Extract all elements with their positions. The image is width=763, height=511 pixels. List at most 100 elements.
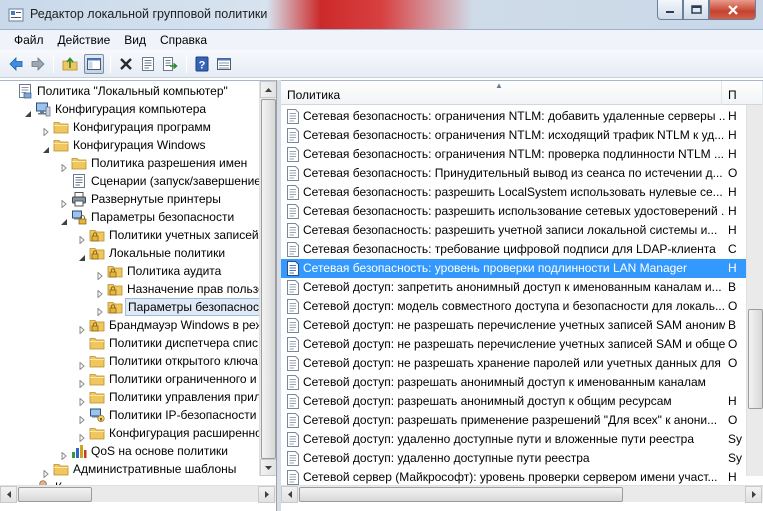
tree-vertical-scrollbar[interactable] — [259, 81, 276, 476]
tree-collapse-arrow-icon[interactable] — [24, 105, 32, 117]
policy-row[interactable]: Сетевой доступ: разрешать применение раз… — [281, 411, 746, 430]
folder-icon — [53, 119, 69, 135]
list-horizontal-scrollbar[interactable] — [281, 485, 763, 503]
policy-row[interactable]: Сетевая безопасность: разрешить учетной … — [281, 221, 746, 240]
maximize-button[interactable] — [683, 0, 709, 20]
tree-item[interactable]: Политики IP-безопасности — [0, 406, 260, 425]
policy-row[interactable]: Сетевой доступ: разрешать анонимный дост… — [281, 373, 746, 392]
help-button[interactable]: ? — [192, 54, 212, 74]
policy-row[interactable]: Сетевой доступ: не разрешать перечислени… — [281, 316, 746, 335]
tree-expand-arrow-icon[interactable] — [78, 375, 86, 389]
policy-setting-icon — [286, 432, 300, 447]
policy-setting-icon — [286, 356, 300, 371]
policy-row[interactable]: Сетевая безопасность: ограничения NTLM: … — [281, 107, 746, 126]
tree-expand-arrow-icon[interactable] — [78, 321, 86, 335]
policy-row[interactable]: Сетевой доступ: разрешать анонимный дост… — [281, 392, 746, 411]
tree-item[interactable]: Назначение прав пользо — [0, 280, 265, 299]
tree-item[interactable]: Административные шаблоны — [0, 460, 260, 479]
tree-item[interactable]: Политики ограниченного и — [0, 370, 260, 389]
tree-expand-arrow-icon[interactable] — [96, 303, 104, 317]
menu-file[interactable]: Файл — [0, 33, 51, 47]
tree-item[interactable]: Политики управления прил — [0, 388, 261, 407]
scroll-thumb[interactable] — [299, 487, 623, 502]
tree-horizontal-scrollbar[interactable] — [0, 485, 276, 503]
tree-item[interactable]: Политики диспетчера спис — [0, 334, 260, 352]
policy-row[interactable]: Сетевой доступ: не разрешать перечислени… — [281, 335, 746, 354]
scroll-thumb[interactable] — [748, 309, 763, 409]
tree-item[interactable]: Политики открытого ключа — [0, 352, 260, 371]
export-list-button[interactable] — [160, 54, 180, 74]
column-header-setting[interactable]: П — [722, 81, 763, 105]
policy-setting-icon — [286, 185, 300, 200]
menu-help[interactable]: Справка — [153, 33, 214, 47]
scroll-down-button[interactable] — [260, 459, 276, 476]
tree-item[interactable]: Политика "Локальный компьютер" — [0, 82, 260, 100]
list-vertical-scrollbar[interactable] — [746, 105, 763, 476]
tree-expand-arrow-icon[interactable] — [60, 195, 68, 209]
close-button[interactable] — [709, 0, 756, 20]
view-button[interactable] — [214, 54, 234, 74]
tree-item[interactable]: Политика разрешения имен — [0, 154, 260, 173]
policy-row[interactable]: Сетевая безопасность: разрешить использо… — [281, 202, 746, 221]
forward-button[interactable] — [28, 54, 48, 74]
menu-view[interactable]: Вид — [117, 33, 153, 47]
tree-item[interactable]: Конфигурация Windows — [0, 136, 260, 154]
tree-expand-arrow-icon[interactable] — [78, 393, 86, 407]
tree-expand-arrow-icon[interactable] — [60, 447, 68, 461]
policy-row[interactable]: Сетевая безопасность: ограничения NTLM: … — [281, 145, 746, 164]
tree-item[interactable]: QoS на основе политики — [0, 442, 260, 461]
tree-expand-arrow-icon[interactable] — [78, 429, 86, 443]
tree-item[interactable]: Локальные политики — [0, 244, 260, 262]
tree-item[interactable]: Конфигурация расширенно — [0, 424, 262, 443]
scripts-icon — [71, 173, 87, 189]
show-hide-console-tree-button[interactable] — [84, 54, 104, 74]
scroll-left-button[interactable] — [281, 486, 298, 503]
scroll-right-button[interactable] — [745, 486, 762, 503]
policy-row[interactable]: Сетевой доступ: не разрешать хранение па… — [281, 354, 746, 373]
tree-expand-arrow-icon[interactable] — [78, 357, 86, 371]
scroll-thumb[interactable] — [261, 99, 276, 459]
policy-row[interactable]: Сетевая безопасность: уровень проверки п… — [281, 259, 746, 278]
policy-row[interactable]: Сетевой доступ: модель совместного досту… — [281, 297, 746, 316]
tree-expand-arrow-icon[interactable] — [78, 231, 86, 245]
policy-row[interactable]: Сетевая безопасность: ограничения NTLM: … — [281, 126, 746, 145]
policy-row[interactable]: Сетевой доступ: удаленно доступные пути … — [281, 449, 746, 468]
tree-item[interactable]: Сценарии (запуск/завершение — [0, 172, 261, 190]
tree-item[interactable]: Развернутые принтеры — [0, 190, 260, 209]
tree-collapse-arrow-icon[interactable] — [60, 213, 68, 225]
tree-expand-arrow-icon[interactable] — [42, 123, 50, 137]
scroll-left-button[interactable] — [0, 486, 17, 503]
minimize-icon — [666, 10, 674, 13]
policy-row[interactable]: Сетевой доступ: удаленно доступные пути … — [281, 430, 746, 449]
menu-action[interactable]: Действие — [51, 33, 118, 47]
tree-expand-arrow-icon[interactable] — [42, 465, 50, 479]
tree-expand-arrow-icon[interactable] — [60, 159, 68, 173]
policy-row[interactable]: Сетевой доступ: запретить анонимный дост… — [281, 278, 746, 297]
tree-collapse-arrow-icon[interactable] — [78, 249, 86, 261]
up-one-level-button[interactable] — [60, 54, 80, 74]
tree-item[interactable]: Параметры безопасности — [0, 208, 260, 226]
scroll-right-button[interactable] — [258, 486, 275, 503]
tree-collapse-arrow-icon[interactable] — [42, 141, 50, 153]
tree-item[interactable]: Параметры безопасност — [0, 298, 268, 317]
tree-item[interactable]: Политика аудита — [0, 262, 260, 281]
policy-row[interactable]: Сетевая безопасность: Принудительный выв… — [281, 164, 746, 183]
policy-row[interactable]: Сетевая безопасность: требование цифрово… — [281, 240, 746, 259]
tree-expand-arrow-icon[interactable] — [78, 411, 86, 425]
tree-item[interactable]: Конфигурация программ — [0, 118, 260, 137]
window-title: Редактор локальной групповой политики — [30, 7, 268, 21]
tree-expand-arrow-icon[interactable] — [96, 267, 104, 281]
policy-row[interactable]: Сетевая безопасность: разрешить LocalSys… — [281, 183, 746, 202]
tree-item[interactable]: Политики учетных записей — [0, 226, 260, 245]
scroll-up-button[interactable] — [260, 81, 276, 98]
tree-expand-arrow-icon[interactable] — [96, 285, 104, 299]
scroll-thumb[interactable] — [18, 487, 92, 502]
properties-button[interactable] — [138, 54, 158, 74]
tree-item-label: Локальные политики — [109, 246, 226, 260]
back-button[interactable] — [6, 54, 26, 74]
tree-item[interactable]: Брандмауэр Windows в реж — [0, 316, 264, 335]
minimize-button[interactable] — [657, 0, 683, 20]
delete-button[interactable] — [116, 54, 136, 74]
tree-item[interactable]: Конфигурация компьютера — [0, 100, 260, 118]
policy-setting-icon — [286, 128, 300, 143]
